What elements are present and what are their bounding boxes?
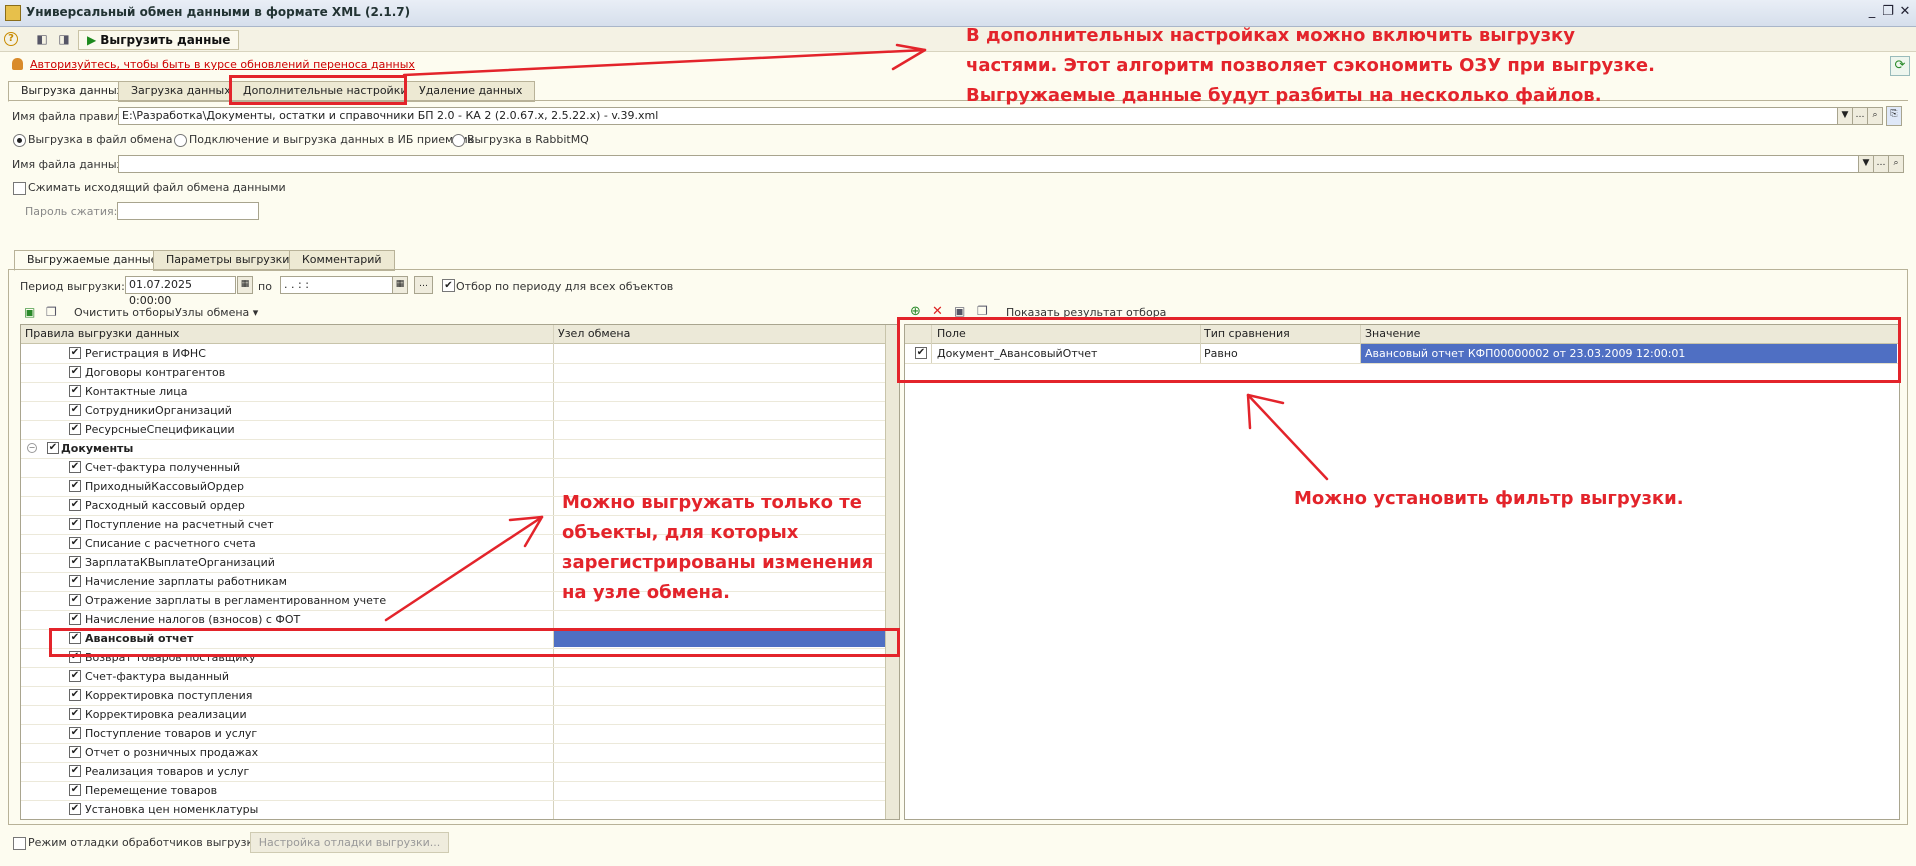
annotation-middle: Можно выгружать только те объекты, для к… <box>562 492 874 603</box>
annotation-right: Можно установить фильтр выгрузки. <box>1294 488 1684 509</box>
arrow-to-additional-settings <box>402 48 927 77</box>
arrow-head <box>891 43 927 71</box>
annotation-arrows <box>384 43 1329 622</box>
annotation-top: В дополнительных настройках можно включи… <box>966 25 1655 106</box>
arrow-to-filter <box>1246 393 1329 481</box>
arrow-to-node-column <box>384 515 544 622</box>
